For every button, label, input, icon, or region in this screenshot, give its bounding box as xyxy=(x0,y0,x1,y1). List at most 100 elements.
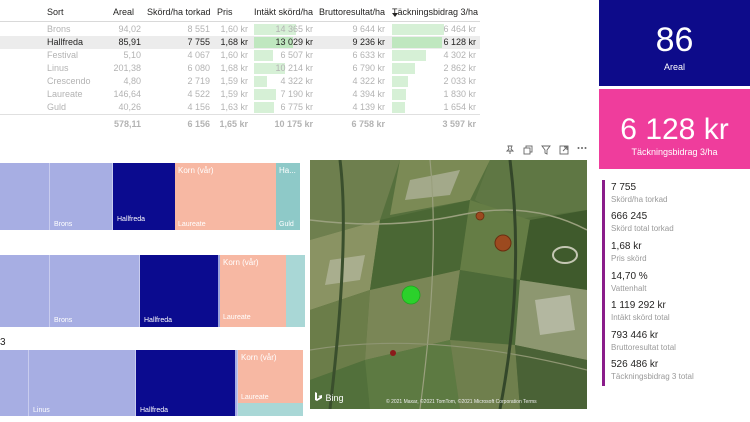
column-header-tb[interactable]: Täckningsbidrag 3/ha xyxy=(392,5,478,19)
column-header-brutto[interactable]: Bruttoresultat/ha xyxy=(319,5,385,19)
treemap-1[interactable]: Brons Hallfreda Korn (vår) Laureate Ha..… xyxy=(0,163,305,230)
table-cell-sort: Crescendo xyxy=(47,76,91,86)
card-item-label: Pris skörd xyxy=(611,254,647,263)
areal-card: 86 Areal xyxy=(599,0,750,86)
column-header-skord[interactable]: Skörd/ha torkad xyxy=(147,5,211,19)
sort-descending-icon[interactable] xyxy=(392,13,398,17)
card-item-pris: 1,68 kr Pris skörd xyxy=(611,241,647,264)
tile-label: Laureate xyxy=(223,314,251,321)
treemap-tile[interactable] xyxy=(0,255,50,327)
filter-icon[interactable] xyxy=(541,145,551,158)
table-cell-brutto: 4 394 kr xyxy=(352,89,385,99)
bing-logo: Bing xyxy=(314,392,344,403)
treemap-tile-korn[interactable]: Korn (vår) Laureate xyxy=(175,163,276,230)
card-item-brutto-total: 793 446 kr Bruttoresultat total xyxy=(611,330,676,353)
satellite-imagery xyxy=(310,160,587,409)
areal-label: Areal xyxy=(663,62,685,72)
table-cell-areal: 4,80 xyxy=(123,76,141,86)
table-cell-intakt: 13 029 kr xyxy=(275,37,313,47)
treemap-tile[interactable] xyxy=(0,163,50,230)
table-cell-areal: 40,26 xyxy=(118,102,141,112)
table-cell-areal: 85,91 xyxy=(118,37,141,47)
treemap-tile-hallfreda[interactable]: Hallfreda xyxy=(113,163,175,230)
table-cell-sort: Hallfreda xyxy=(47,37,84,47)
field-bubble-red[interactable] xyxy=(390,350,396,356)
table-cell-pris: 1,68 kr xyxy=(220,63,248,73)
field-bubble-small-brown[interactable] xyxy=(475,211,485,221)
bing-icon xyxy=(315,392,322,401)
total-areal: 578,11 xyxy=(113,119,141,129)
column-header-pris[interactable]: Pris xyxy=(217,5,233,19)
field-bubble-large-brown[interactable] xyxy=(494,234,512,252)
treemap-tile-guld[interactable]: Ha... Guld xyxy=(276,163,300,230)
tile-label: Guld xyxy=(279,221,294,228)
table-cell-tb: 6 464 kr xyxy=(443,24,476,34)
table-cell-sort: Laureate xyxy=(47,89,83,99)
treemap-tile[interactable] xyxy=(238,403,303,416)
table-cell-brutto: 6 790 kr xyxy=(352,63,385,73)
treemap-tile-hallfreda[interactable]: Hallfreda xyxy=(136,350,235,416)
card-item-label: Bruttoresultat total xyxy=(611,343,676,352)
focus-mode-icon[interactable] xyxy=(559,145,569,158)
table-cell-pris: 1,60 kr xyxy=(220,50,248,60)
treemap-tile[interactable] xyxy=(0,350,29,416)
treemap-tile[interactable] xyxy=(286,255,305,327)
card-accent-bar xyxy=(602,180,605,386)
tile-label: Brons xyxy=(54,317,73,324)
table-row[interactable]: Laureate 146,64 4 522 1,59 kr 7 190 kr 4 394 … xyxy=(0,88,480,101)
table-cell-tb: 1 654 kr xyxy=(443,102,476,112)
table-total-row: 578,11 6 156 1,65 kr 10 175 kr 6 758 kr … xyxy=(0,114,480,130)
treemap-2[interactable]: Brons Hallfreda Korn (vår) Laureate xyxy=(0,255,305,327)
table-cell-areal: 5,10 xyxy=(123,50,141,60)
table-row[interactable]: Linus 201,38 6 080 1,68 kr 10 214 kr 6 790 kr… xyxy=(0,62,480,75)
pin-icon[interactable] xyxy=(505,145,515,158)
table-cell-tb: 4 302 kr xyxy=(443,50,476,60)
total-tb: 3 597 kr xyxy=(442,119,476,129)
table-cell-intakt: 4 322 kr xyxy=(280,76,313,86)
table-row[interactable]: Brons 94,02 8 551 1,60 kr 14 365 kr 9 644 kr 6… xyxy=(0,23,480,36)
table-row[interactable]: Guld 40,26 4 156 1,63 kr 6 775 kr 4 139 kr 1 6… xyxy=(0,101,480,114)
table-cell-areal: 201,38 xyxy=(113,63,141,73)
table-cell-sort: Guld xyxy=(47,102,67,112)
multi-row-card: 7 755 Skörd/ha torkad 666 245 Skörd tota… xyxy=(602,180,748,386)
treemap-tile-linus[interactable]: Linus xyxy=(29,350,136,416)
treemap-tile-korn[interactable]: Korn (vår) Laureate xyxy=(220,255,286,327)
column-header-sort[interactable]: Sort xyxy=(47,5,64,19)
copy-icon[interactable] xyxy=(523,145,533,158)
table-cell-tb: 1 830 kr xyxy=(443,89,476,99)
table-cell-skord: 4 067 xyxy=(187,50,210,60)
table-cell-brutto: 9 644 kr xyxy=(352,24,385,34)
bing-text: Bing xyxy=(325,393,344,403)
column-header-intakt[interactable]: Intäkt skörd/ha xyxy=(254,5,313,19)
treemap-tile-brons[interactable]: Brons xyxy=(50,255,140,327)
card-item-intakt-total: 1 119 292 kr Intäkt skörd total xyxy=(611,300,670,323)
tile-label: Brons xyxy=(54,221,73,228)
card-item-label: Vattenhalt xyxy=(611,284,647,293)
treemap-tile-brons[interactable]: Brons xyxy=(50,163,113,230)
table-cell-areal: 146,64 xyxy=(113,89,141,99)
table-cell-skord: 2 719 xyxy=(187,76,210,86)
card-item-tb-total: 526 486 kr Täckningsbidrag 3 total xyxy=(611,359,694,382)
field-map[interactable] xyxy=(310,160,587,409)
table-cell-skord: 4 522 xyxy=(187,89,210,99)
treemap-tile-korn[interactable]: Korn (vår) Laureate xyxy=(238,350,303,403)
card-item-label: Skörd total torkad xyxy=(611,224,674,233)
tile-group-label: Ha... xyxy=(279,166,296,175)
field-bubble-green[interactable] xyxy=(401,285,421,305)
table-cell-pris: 1,68 kr xyxy=(220,37,248,47)
more-options-icon[interactable] xyxy=(577,143,587,156)
crop-table[interactable]: Sort Areal Skörd/ha torkad Pris Intäkt s… xyxy=(0,0,480,132)
table-row[interactable]: Festival 5,10 4 067 1,60 kr 6 507 kr 6 633 kr… xyxy=(0,49,480,62)
table-row[interactable]: Crescendo 4,80 2 719 1,59 kr 4 322 kr 4 322 k… xyxy=(0,75,480,88)
map-copyright[interactable]: © 2021 Maxar, ©2021 TomTom, ©2021 Micros… xyxy=(386,399,537,405)
areal-value: 86 xyxy=(655,21,694,59)
column-header-areal[interactable]: Areal xyxy=(113,5,134,19)
treemap-tile-hallfreda[interactable]: Hallfreda xyxy=(140,255,218,327)
total-pris: 1,65 kr xyxy=(219,119,248,129)
treemap-3[interactable]: Linus Hallfreda Korn (vår) Laureate xyxy=(0,350,305,416)
tb-card: 6 128 kr Täckningsbidrag 3/ha xyxy=(599,89,750,169)
total-brutto: 6 758 kr xyxy=(351,119,385,129)
table-cell-skord: 6 080 xyxy=(187,63,210,73)
table-cell-areal: 94,02 xyxy=(118,24,141,34)
table-row[interactable]: Hallfreda 85,91 7 755 1,68 kr 13 029 kr 9 236… xyxy=(0,36,480,49)
